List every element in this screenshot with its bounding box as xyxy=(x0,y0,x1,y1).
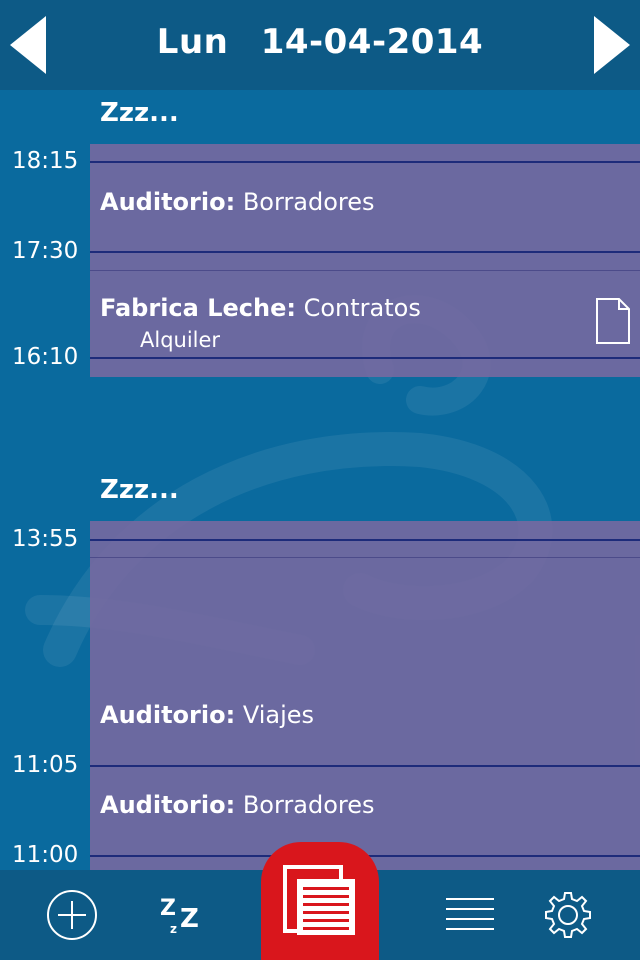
hour-line xyxy=(90,357,640,359)
list-lines-icon xyxy=(446,898,494,930)
date-label: 14-04-2014 xyxy=(260,22,484,62)
svg-text:z: z xyxy=(170,922,177,936)
header-bar: Lun 14-04-2014 xyxy=(0,0,640,90)
event-divider xyxy=(90,270,640,271)
gear-icon xyxy=(545,892,591,938)
sleep-label: Zzz... xyxy=(100,98,179,128)
hour-line xyxy=(90,161,640,163)
event-place: Auditorio: xyxy=(100,791,236,819)
time-label: 11:00 xyxy=(12,842,79,868)
document-icon[interactable] xyxy=(595,297,631,345)
time-label: 18:15 xyxy=(12,148,79,174)
svg-text:Z: Z xyxy=(160,896,176,921)
event-task: Borradores xyxy=(242,791,375,819)
event-task: Contratos xyxy=(303,294,421,322)
event-item[interactable]: Auditorio: Borradores xyxy=(100,791,375,819)
tab-list[interactable] xyxy=(420,870,520,960)
tab-log-active[interactable] xyxy=(261,842,379,960)
plus-circle-icon xyxy=(47,890,97,940)
time-label: 17:30 xyxy=(12,238,79,264)
time-label: 13:55 xyxy=(12,526,79,552)
sleep-label: Zzz... xyxy=(100,475,179,505)
svg-text:Z: Z xyxy=(180,904,199,934)
event-place: Auditorio: xyxy=(100,701,236,729)
event-item[interactable]: Fabrica Leche: Contratos xyxy=(100,294,421,322)
hour-line xyxy=(90,539,640,541)
tab-sleep[interactable]: Z z Z xyxy=(133,870,233,960)
event-task: Viajes xyxy=(242,701,315,729)
hour-line xyxy=(90,251,640,253)
event-item[interactable]: Auditorio: Borradores xyxy=(100,188,375,216)
event-divider xyxy=(90,557,640,558)
event-place: Auditorio: xyxy=(100,188,236,216)
hour-line xyxy=(90,765,640,767)
event-place: Fabrica Leche: xyxy=(100,294,296,322)
time-label: 11:05 xyxy=(12,752,79,778)
tab-add[interactable] xyxy=(22,870,122,960)
sleep-zz-icon: Z z Z xyxy=(160,896,199,936)
chevron-right-icon[interactable] xyxy=(592,14,632,76)
time-label: 16:10 xyxy=(12,344,79,370)
document-list-icon xyxy=(283,865,355,935)
event-item[interactable]: Auditorio: Viajes xyxy=(100,701,314,729)
date-title: Lun 14-04-2014 xyxy=(0,22,640,62)
event-task: Borradores xyxy=(242,188,375,216)
day-label: Lun xyxy=(156,22,229,62)
tab-settings[interactable] xyxy=(518,870,618,960)
event-note: Alquiler xyxy=(140,328,221,352)
